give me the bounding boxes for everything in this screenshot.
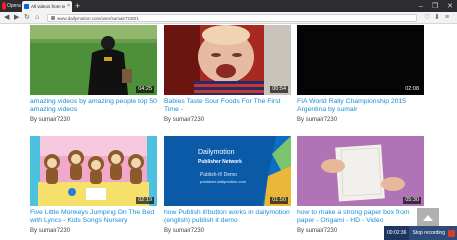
menu-icon[interactable]: ≡ xyxy=(445,13,449,23)
author-link[interactable]: sumair7230 xyxy=(306,117,337,123)
video-title-link[interactable]: Babies Taste Sour Foods For The First Ti… xyxy=(164,98,291,114)
opera-menu-label: Opera xyxy=(7,3,21,9)
maximize-button[interactable]: ❐ xyxy=(432,2,438,10)
thumbnail-soccer-field xyxy=(30,25,157,95)
home-icon[interactable]: ⌂ xyxy=(35,13,39,23)
minimize-button[interactable]: – xyxy=(419,3,423,10)
thumbnail-dailymotion-publisher: Dailymotion Publisher Network Publish-It… xyxy=(164,136,291,206)
video-duration: 00:54 xyxy=(270,86,288,93)
video-duration: 05:30 xyxy=(403,197,421,204)
video-thumbnail[interactable]: 02:08 xyxy=(297,25,424,95)
thumbnail-origami-paper xyxy=(297,136,424,206)
author-link[interactable]: sumair7230 xyxy=(173,228,204,234)
bookmark-heart-icon[interactable]: ♡ xyxy=(424,13,430,23)
video-byline: By sumair7230 xyxy=(297,117,337,123)
video-title-link[interactable]: Five Little Monkeys Jumping On The Bed w… xyxy=(30,209,157,225)
video-thumbnail[interactable]: 00:54 xyxy=(164,25,291,95)
thumbnail-black xyxy=(297,25,424,95)
close-tab-icon[interactable]: × xyxy=(67,4,70,9)
video-byline: By sumair7230 xyxy=(30,117,70,123)
byline-prefix: By xyxy=(164,228,172,234)
video-thumbnail[interactable]: Dailymotion Publisher Network Publish-It… xyxy=(164,136,291,206)
video-duration: 02:19 xyxy=(136,197,154,204)
video-title-link[interactable]: FIA World Rally Championship 2015 Argent… xyxy=(297,98,424,114)
url-text: www.dailymotion.com/user/sumair7230/1 xyxy=(57,15,139,21)
video-byline: By sumair7230 xyxy=(30,228,70,234)
thumb-demo-text: Publish-It! Demo xyxy=(200,172,237,178)
video-thumbnail[interactable]: 04:25 xyxy=(30,25,157,95)
video-title-link[interactable]: how Publish it!button works in dailymoti… xyxy=(164,209,291,225)
tab-active[interactable]: All videos from sumair7 × xyxy=(22,1,72,12)
byline-prefix: By xyxy=(30,117,38,123)
video-byline: By sumair7230 xyxy=(164,117,204,123)
arrow-up-icon xyxy=(423,215,433,221)
back-icon[interactable]: ◀ xyxy=(4,13,9,23)
thumb-sub-text: Publisher Network xyxy=(198,159,242,165)
byline-prefix: By xyxy=(164,117,172,123)
byline-prefix: By xyxy=(30,228,38,234)
stop-recording-button[interactable]: Stop recording xyxy=(409,230,448,236)
opera-menu-button[interactable]: Opera xyxy=(2,1,21,11)
video-byline: By sumair7230 xyxy=(297,228,337,234)
browser-tab-bar: Opera All videos from sumair7 × + – ❐ ✕ xyxy=(0,0,457,12)
video-title-link[interactable]: how to make a strong paper box from pape… xyxy=(297,209,424,225)
thumb-brand-text: Dailymotion xyxy=(198,149,235,156)
video-duration: 01:50 xyxy=(270,197,288,204)
site-info-icon[interactable] xyxy=(51,16,55,20)
author-link[interactable]: sumair7230 xyxy=(173,117,204,123)
video-duration: 02:08 xyxy=(403,86,421,93)
forward-icon[interactable]: ▶ xyxy=(14,13,19,23)
dailymotion-favicon-icon xyxy=(24,4,29,9)
author-link[interactable]: sumair7230 xyxy=(39,228,70,234)
opera-logo-icon xyxy=(2,2,6,10)
window-controls: – ❐ ✕ xyxy=(419,0,453,12)
video-thumbnail[interactable]: 05:30 xyxy=(297,136,424,206)
thumb-url-text: publisher.dailymotion.com xyxy=(200,179,247,184)
download-icon[interactable]: ⬇ xyxy=(434,13,440,23)
video-duration: 04:25 xyxy=(136,86,154,93)
address-toolbar: ◀ ▶ ↻ ⌂ www.dailymotion.com/user/sumair7… xyxy=(0,12,457,24)
tab-title: All videos from sumair7 xyxy=(31,4,65,9)
screen-recorder-bar: 00:02:36 Stop recording xyxy=(384,226,457,240)
author-link[interactable]: sumair7230 xyxy=(39,117,70,123)
video-title-link[interactable]: amazing videos by amazing people top 50 … xyxy=(30,98,157,114)
scroll-to-top-button[interactable] xyxy=(417,208,439,228)
reload-icon[interactable]: ↻ xyxy=(24,13,30,23)
thumbnail-cartoon-monkeys xyxy=(30,136,157,206)
new-tab-button[interactable]: + xyxy=(75,1,80,11)
thumbnail-baby-face xyxy=(164,25,291,95)
author-link[interactable]: sumair7230 xyxy=(306,228,337,234)
close-window-button[interactable]: ✕ xyxy=(447,2,453,10)
video-byline: By sumair7230 xyxy=(164,228,204,234)
recording-timer: 00:02:36 xyxy=(384,226,410,240)
video-thumbnail[interactable]: 02:19 xyxy=(30,136,157,206)
byline-prefix: By xyxy=(297,117,305,123)
url-field[interactable]: www.dailymotion.com/user/sumair7230/1 xyxy=(47,14,417,22)
record-indicator-icon xyxy=(448,229,455,237)
byline-prefix: By xyxy=(297,228,305,234)
